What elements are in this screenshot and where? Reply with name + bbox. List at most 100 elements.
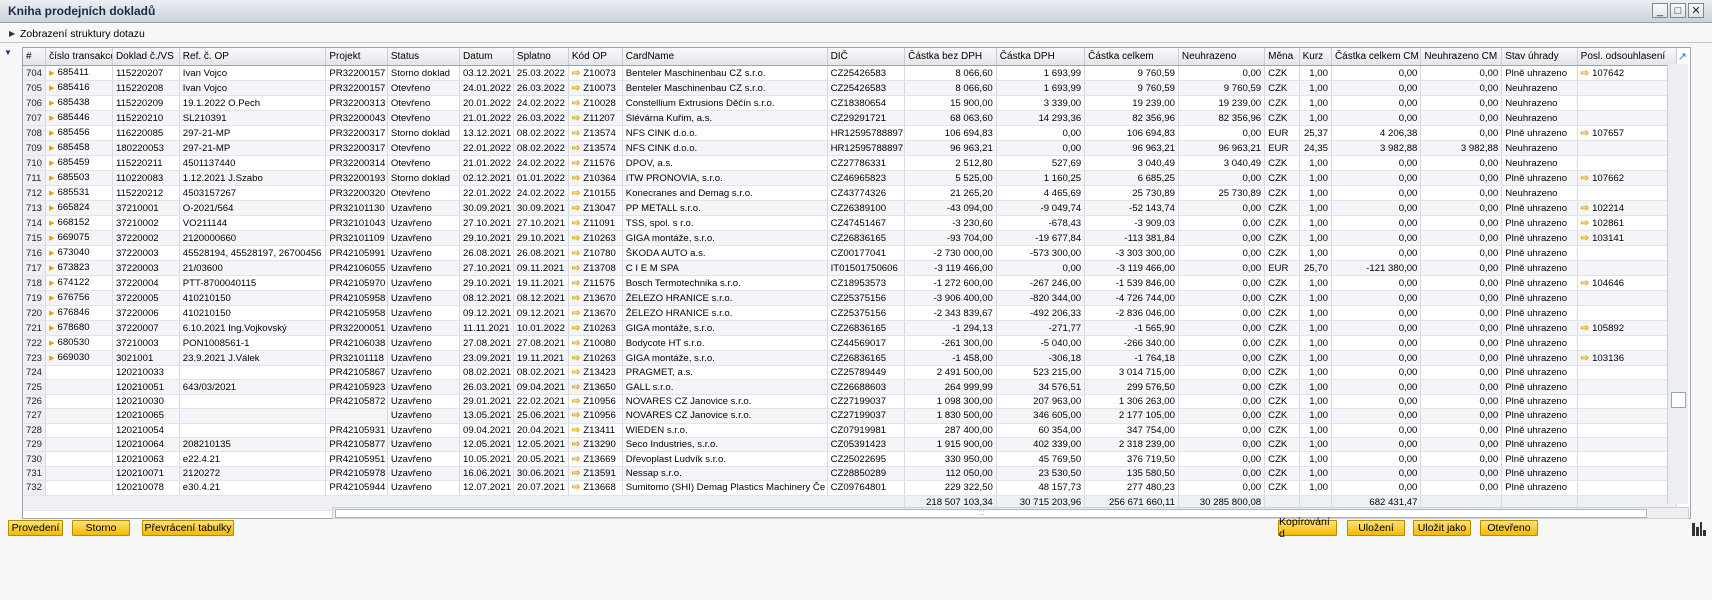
link-arrow-icon[interactable]: ⇨ [572,425,580,436]
table-row[interactable]: 712 ▶ 685531 115220212 4503157267 PR32200320 O… [23,185,1678,201]
link-arrow-icon[interactable]: ⇨ [572,158,580,169]
link-arrow-icon[interactable]: ⇨ [572,113,580,124]
table-row[interactable]: 717 ▶ 673823 37220003 21/03600 PR42106055 Uzav… [23,260,1678,276]
link-arrow-icon[interactable]: ⇨ [572,308,580,319]
link-arrow-icon[interactable]: ▶ [49,265,54,272]
link-arrow-icon[interactable]: ▶ [49,85,54,92]
link-arrow-icon[interactable]: ⇨ [572,293,580,304]
table-row[interactable]: 709 ▶ 685458 180220053 297-21-MP PR32200317 Ot… [23,140,1678,156]
link-arrow-icon[interactable]: ⇨ [572,367,580,378]
column-header-15[interactable]: Měna [1264,48,1300,66]
link-arrow-icon[interactable]: ⇨ [572,454,580,465]
column-header-12[interactable]: Částka DPH [996,48,1086,66]
link-arrow-icon[interactable]: ⇨ [572,173,580,184]
column-header-7[interactable]: Splatno [513,48,569,66]
link-arrow-icon[interactable]: ⇨ [572,410,580,421]
column-header-11[interactable]: Částka bez DPH [904,48,997,66]
link-arrow-icon[interactable]: ⇨ [572,188,580,199]
link-arrow-icon[interactable]: ⇨ [572,218,580,229]
column-header-18[interactable]: Neuhrazeno CM [1420,48,1503,66]
link-arrow-icon[interactable]: ⇨ [572,203,580,214]
link-arrow-icon[interactable]: ⇨ [572,439,580,450]
table-row[interactable]: 725 120210051 643/03/2021 PR42105923 Uzavřen… [23,379,1678,395]
link-arrow-icon[interactable]: ▶ [49,70,54,77]
horizontal-scroll-thumb[interactable]: ::: [335,508,1647,518]
table-row[interactable]: 710 ▶ 685459 115220211 4501137440 PR32200314 O… [23,155,1678,171]
link-arrow-icon[interactable]: ▶ [49,325,54,332]
link-arrow-icon[interactable]: ⇨ [572,396,580,407]
table-row[interactable]: 719 ▶ 676756 37220005 410210150 PR42105958 Uza… [23,290,1678,306]
column-header-1[interactable]: číslo transakce [45,48,113,66]
column-header-8[interactable]: Kód OP [568,48,623,66]
link-arrow-icon[interactable]: ▶ [49,145,54,152]
table-row[interactable]: 704 ▶ 685411 115220207 Ivan Vojco PR32200157 S… [23,65,1678,81]
save-button[interactable]: Uložení [1347,520,1405,536]
link-arrow-icon[interactable]: ▶ [49,235,54,242]
column-header-4[interactable]: Projekt [325,48,388,66]
table-row[interactable]: 718 ▶ 674122 37220004 PTT-8700040115 PR421059… [23,275,1678,291]
link-arrow-icon[interactable]: ⇨ [1581,218,1589,229]
table-row[interactable]: 707 ▶ 685446 115220210 SL210391 PR32200043 Ote… [23,110,1678,126]
link-arrow-icon[interactable]: ▶ [49,220,54,227]
table-row[interactable]: 714 ▶ 668152 37210002 VO211144 PR32101043 Uzav… [23,215,1678,231]
link-arrow-icon[interactable]: ⇨ [572,233,580,244]
link-arrow-icon[interactable]: ⇨ [572,338,580,349]
cancel-button[interactable]: Storno [72,520,130,536]
column-header-16[interactable]: Kurz [1299,48,1332,66]
table-row[interactable]: 715 ▶ 669075 37220002 2120000660 PR32101109 Uz… [23,230,1678,246]
table-row[interactable]: 729 120210064 208210135 PR42105877 Uzavřeno 1… [23,437,1678,453]
link-arrow-icon[interactable]: ⇨ [1581,353,1589,364]
column-header-2[interactable]: Doklad č./VS [112,48,180,66]
link-arrow-icon[interactable]: ▶ [49,295,54,302]
column-header-10[interactable]: DIČ [827,48,906,66]
column-header-6[interactable]: Datum [459,48,514,66]
link-arrow-icon[interactable]: ▶ [49,310,54,317]
vertical-scroll-thumb[interactable] [1671,392,1686,408]
column-header-13[interactable]: Částka celkem [1084,48,1179,66]
link-arrow-icon[interactable]: ⇨ [572,382,580,393]
link-arrow-icon[interactable]: ▶ [49,190,54,197]
table-row[interactable]: 720 ▶ 676846 37220006 410210150 PR42105958 Uza… [23,305,1678,321]
link-arrow-icon[interactable]: ▶ [49,100,54,107]
vertical-scrollbar[interactable] [1667,64,1688,504]
link-arrow-icon[interactable]: ▶ [49,205,54,212]
column-header-3[interactable]: Ref. č. OP [179,48,327,66]
column-header-19[interactable]: Stav úhrady [1501,48,1578,66]
table-row[interactable]: 721 ▶ 678680 37220007 6.10.2021 Ing.Vojkovsk… [23,320,1678,336]
expand-link-icon[interactable]: ↗ [1678,50,1687,63]
collapse-triangle-icon[interactable]: ▼ [4,48,12,57]
link-arrow-icon[interactable]: ⇨ [572,68,580,79]
maximize-button[interactable]: □ [1670,3,1686,18]
link-arrow-icon[interactable]: ▶ [49,115,54,122]
column-header-5[interactable]: Status [387,48,461,66]
link-arrow-icon[interactable]: ▶ [49,355,54,362]
link-arrow-icon[interactable]: ▶ [49,160,54,167]
link-arrow-icon[interactable]: ⇨ [1581,278,1589,289]
column-header-17[interactable]: Částka celkem CM [1331,48,1422,66]
table-row[interactable]: 727 120210065 Uzavřeno 13.05.2021 25.06.2021… [23,408,1678,424]
column-header-9[interactable]: CardName [622,48,828,66]
link-arrow-icon[interactable]: ⇨ [1581,323,1589,334]
table-row[interactable]: 723 ▶ 669030 3021001 23.9.2021 J.Válek PR3210… [23,350,1678,366]
link-arrow-icon[interactable]: ⇨ [572,98,580,109]
column-header-20[interactable]: Posl. odsouhlasení [1577,48,1678,66]
query-structure-toggle[interactable]: ▶ Zobrazení struktury dotazu [0,26,1712,43]
table-row[interactable]: 724 120210033 PR42105867 Uzavřeno 08.02.2021… [23,365,1678,381]
copy-button[interactable]: Kopírování d [1278,516,1337,540]
table-row[interactable]: 728 120210054 PR42105931 Uzavřeno 09.04.2021… [23,423,1678,438]
table-row[interactable]: 706 ▶ 685438 115220209 19.1.2022 O.Pech PR322… [23,95,1678,111]
run-button[interactable]: Provedení [8,520,63,536]
open-button[interactable]: Otevřeno [1480,520,1538,536]
link-arrow-icon[interactable]: ⇨ [1581,68,1589,79]
link-arrow-icon[interactable]: ⇨ [1581,173,1589,184]
column-header-14[interactable]: Neuhrazeno [1178,48,1266,66]
minimize-button[interactable]: _ [1652,3,1668,18]
table-row[interactable]: 730 120210063 e22.4.21 PR42105951 Uzavřeno 10… [23,451,1678,467]
link-arrow-icon[interactable]: ⇨ [572,263,580,274]
close-button[interactable]: ✕ [1688,3,1704,18]
link-arrow-icon[interactable]: ⇨ [1581,128,1589,139]
link-arrow-icon[interactable]: ⇨ [572,468,580,479]
link-arrow-icon[interactable]: ⇨ [1581,203,1589,214]
link-arrow-icon[interactable]: ⇨ [572,248,580,259]
link-arrow-icon[interactable]: ▶ [49,250,54,257]
